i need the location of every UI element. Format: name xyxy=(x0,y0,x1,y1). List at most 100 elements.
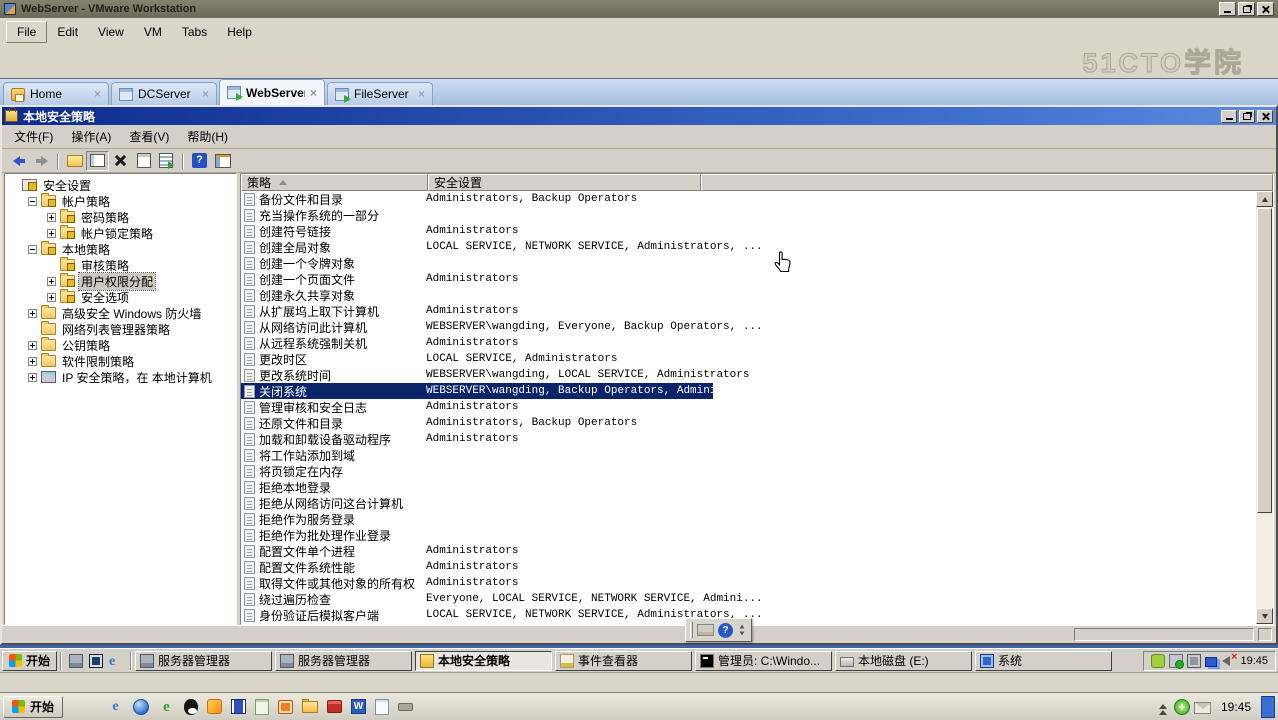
vm-tab[interactable]: DCServer xyxy=(111,82,217,105)
expand-icon[interactable] xyxy=(47,276,56,286)
column-header-policy[interactable]: 策略 xyxy=(241,174,428,191)
taskbar-button[interactable]: 事件查看器 xyxy=(555,650,693,671)
restore-button[interactable] xyxy=(1239,109,1255,123)
expand-icon[interactable] xyxy=(47,228,56,238)
tab-close-icon[interactable] xyxy=(310,88,317,98)
expand-icon[interactable] xyxy=(47,212,56,222)
properties-icon[interactable] xyxy=(132,151,155,171)
menu-item[interactable]: Edit xyxy=(47,22,88,42)
menu-item[interactable]: Help xyxy=(217,22,262,42)
thunder-icon[interactable] xyxy=(207,699,223,714)
qq-icon[interactable] xyxy=(184,698,199,715)
drag-grip[interactable] xyxy=(690,622,693,638)
tab-close-icon[interactable] xyxy=(418,89,425,99)
network-icon[interactable] xyxy=(1205,656,1218,667)
delete-icon[interactable] xyxy=(109,151,132,171)
scroll-up-button[interactable] xyxy=(1256,191,1273,207)
tree-item[interactable]: 审核策略 xyxy=(5,257,236,273)
policy-row[interactable]: 关闭系统 WEBSERVER\wangding, Backup Operator… xyxy=(241,383,713,399)
capture-icon[interactable] xyxy=(278,699,294,714)
tree-item[interactable]: 安全选项 xyxy=(5,289,236,305)
policy-row[interactable]: 拒绝作为服务登录 xyxy=(241,511,1273,527)
tab-close-icon[interactable] xyxy=(94,89,101,99)
taskbar-button[interactable]: 本地磁盘 (E:) xyxy=(835,650,973,671)
extended-view-icon[interactable] xyxy=(211,151,234,171)
menu-item[interactable]: VM xyxy=(134,22,172,42)
menu-item[interactable]: 查看(V) xyxy=(120,125,178,148)
menu-item[interactable]: View xyxy=(88,22,134,42)
taskbar-button[interactable]: 系统 xyxy=(975,650,1113,671)
notes-icon[interactable] xyxy=(375,698,390,715)
policy-row[interactable]: 管理审核和安全日志 Administrators xyxy=(241,399,1273,415)
expand-icon[interactable] xyxy=(28,340,37,350)
policy-row[interactable]: 创建全局对象 LOCAL SERVICE, NETWORK SERVICE, A… xyxy=(241,239,1273,255)
expand-icon[interactable] xyxy=(28,196,37,206)
update-icon[interactable] xyxy=(1151,653,1166,668)
vm-tab[interactable]: FileServer xyxy=(327,82,433,105)
tree-item[interactable]: 本地策略 xyxy=(5,241,236,257)
policy-row[interactable]: 将工作站添加到域 xyxy=(241,447,1273,463)
taskbar-button[interactable]: 服务器管理器 xyxy=(275,650,413,671)
vm-tab[interactable]: Home xyxy=(3,82,109,105)
tab-close-icon[interactable] xyxy=(202,89,209,99)
host-start-button[interactable]: 开始 xyxy=(3,695,64,718)
notepad-icon[interactable] xyxy=(255,698,270,715)
vm-tab[interactable]: WebServer xyxy=(219,79,325,105)
guest-start-button[interactable]: 开始 xyxy=(2,650,58,671)
policy-row[interactable]: 将页锁定在内存 xyxy=(241,463,1273,479)
keyboard-icon[interactable] xyxy=(697,624,714,636)
policy-row[interactable]: 更改系统时间 WEBSERVER\wangding, LOCAL SERVICE… xyxy=(241,367,1273,383)
tree-item[interactable]: 帐户策略 xyxy=(5,193,236,209)
policy-row[interactable]: 绕过遍历检查 Everyone, LOCAL SERVICE, NETWORK … xyxy=(241,591,1273,607)
policy-row[interactable]: 从扩展坞上取下计算机 Administrators xyxy=(241,303,1273,319)
chevron-up-icon[interactable] xyxy=(1156,700,1170,714)
ie-icon[interactable] xyxy=(107,698,124,715)
taskbar-button[interactable]: 管理员: C:\Windo... xyxy=(695,650,833,671)
policy-row[interactable]: 还原文件和目录 Administrators, Backup Operators xyxy=(241,415,1273,431)
policy-row[interactable]: 拒绝从网络访问这台计算机 xyxy=(241,495,1273,511)
vertical-scrollbar[interactable] xyxy=(1256,191,1273,624)
policy-row[interactable]: 创建永久共享对象 xyxy=(241,287,1273,303)
peek-window[interactable] xyxy=(1261,695,1275,718)
expand-icon[interactable] xyxy=(28,372,37,382)
minimize-button[interactable] xyxy=(1221,109,1237,123)
help-icon[interactable]: ? xyxy=(718,622,733,638)
tree-item[interactable]: 高级安全 Windows 防火墙 xyxy=(5,305,236,321)
policy-row[interactable]: 创建一个令牌对象 xyxy=(241,255,1273,271)
show-desktop-icon[interactable] xyxy=(89,653,104,668)
policy-row[interactable]: 创建符号链接 Administrators xyxy=(241,223,1273,239)
separator[interactable] xyxy=(182,152,184,169)
policy-row[interactable]: 取得文件或其他对象的所有权 Administrators xyxy=(241,575,1273,591)
menu-item[interactable]: Tabs xyxy=(172,22,217,42)
policy-row[interactable]: 配置文件单个进程 Administrators xyxy=(241,543,1273,559)
green-e-icon[interactable] xyxy=(158,698,175,715)
scroll-track[interactable] xyxy=(1256,514,1273,608)
scroll-thumb[interactable] xyxy=(1257,208,1272,513)
tree-item[interactable]: 帐户锁定策略 xyxy=(5,225,236,241)
volume-muted-icon[interactable] xyxy=(1221,651,1237,668)
column-header-setting[interactable]: 安全设置 xyxy=(428,174,701,191)
taskbar-button[interactable]: 服务器管理器 xyxy=(135,650,273,671)
word-icon[interactable] xyxy=(351,699,367,714)
menu-item[interactable]: File xyxy=(6,20,48,43)
policy-row[interactable]: 备份文件和目录 Administrators, Backup Operators xyxy=(241,191,1273,207)
key-icon[interactable] xyxy=(398,702,414,711)
tree-item[interactable]: 安全设置 xyxy=(5,177,236,193)
tree-item[interactable]: 用户权限分配 xyxy=(5,271,236,291)
options-chevron-icon[interactable] xyxy=(737,624,747,636)
forward-icon[interactable] xyxy=(30,151,53,171)
language-bar[interactable]: ? xyxy=(685,618,752,642)
menu-item[interactable]: 操作(A) xyxy=(62,125,120,148)
expand-icon[interactable] xyxy=(28,244,37,254)
tree-item[interactable]: IP 安全策略，在 本地计算机 xyxy=(5,369,236,385)
media-icon[interactable] xyxy=(231,699,247,714)
policy-row[interactable]: 配置文件系统性能 Administrators xyxy=(241,559,1273,575)
tree-item[interactable]: 公钥策略 xyxy=(5,337,236,353)
vmtools-icon[interactable] xyxy=(1187,653,1202,668)
ie-icon[interactable] xyxy=(109,654,123,668)
scroll-down-button[interactable] xyxy=(1256,608,1273,624)
policy-row[interactable]: 创建一个页面文件 Administrators xyxy=(241,271,1273,287)
policy-row[interactable]: 生成安全审核 LOCAL SERVICE, NETWORK SERVICE xyxy=(241,623,1273,624)
hardware-icon[interactable] xyxy=(1169,653,1185,669)
expand-icon[interactable] xyxy=(28,308,37,318)
